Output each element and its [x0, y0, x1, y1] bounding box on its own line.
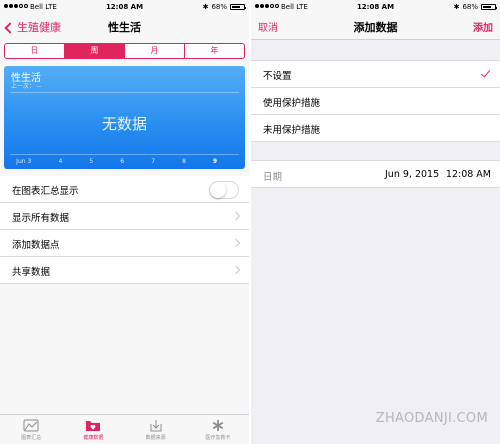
tab-medical-id[interactable]: 医疗急救卡: [187, 415, 249, 444]
date-value: Jun 9, 2015: [385, 169, 440, 180]
date-label: 日期: [263, 172, 283, 183]
chart-gridline: [10, 92, 239, 93]
tab-label: 数据来源: [145, 435, 166, 441]
tab-health-data[interactable]: 健康数据: [62, 415, 124, 444]
segment-week[interactable]: 周: [65, 44, 125, 58]
segment-month[interactable]: 月: [125, 44, 185, 58]
protection-options-list: 不设置 使用保护措施 未用保护措施: [251, 60, 500, 142]
bluetooth-icon: ✱: [202, 3, 209, 11]
axis-label-jun3: Jun 3: [16, 158, 32, 165]
tab-bar: 图表汇总 健康数据 数据来源 医疗急救卡: [0, 414, 249, 444]
activity-chart: 性生活 上一次： -- 无数据 Jun 3 4 5 6 7 8 9: [4, 66, 245, 169]
chevron-right-icon: [231, 265, 241, 275]
list-item-label: 共享数据: [12, 267, 51, 278]
tab-label: 医疗急救卡: [205, 435, 231, 441]
nav-bar: 取消 添加数据 添加: [251, 14, 500, 40]
axis-label-7: 7: [151, 158, 156, 165]
axis-label-5: 5: [89, 158, 94, 165]
battery-icon: [481, 4, 497, 10]
tab-sources[interactable]: 数据来源: [125, 415, 187, 444]
bluetooth-icon: ✱: [453, 3, 460, 11]
no-data-label: 无数据: [101, 115, 147, 133]
medical-id-icon: [212, 420, 224, 431]
axis-label-6: 6: [120, 158, 125, 165]
page-title: 性生活: [108, 21, 141, 34]
settings-list: 在图表汇总显示 显示所有数据 添加数据点 共享数据: [0, 176, 249, 284]
list-item-show-all-data[interactable]: 显示所有数据: [0, 203, 249, 230]
period-segmented-control: 日 周 月 年: [4, 43, 245, 59]
date-picker-row[interactable]: 日期 Jun 9, 2015 12:08 AM: [251, 160, 500, 188]
health-screen: Bell LTE 12:08 AM ✱ 68% 生殖健康 性生活 日 周 月 年…: [0, 0, 249, 444]
list-item-share-data[interactable]: 共享数据: [0, 257, 249, 284]
battery-percent: 68%: [462, 3, 478, 11]
option-protected[interactable]: 使用保护措施: [251, 88, 500, 115]
axis-label-9: 9: [212, 158, 218, 165]
chart-baseline: [10, 154, 239, 155]
option-label: 未用保护措施: [263, 125, 321, 136]
list-item-show-in-dashboard: 在图表汇总显示: [0, 176, 249, 203]
option-unspecified[interactable]: 不设置: [251, 61, 500, 88]
list-item-label: 添加数据点: [12, 240, 60, 251]
battery-icon: [230, 4, 246, 10]
segment-day[interactable]: 日: [5, 44, 65, 58]
time-value: 12:08 AM: [445, 169, 491, 180]
tab-label: 健康数据: [83, 435, 104, 441]
status-bar: Bell LTE 12:08 AM ✱ 68%: [251, 0, 500, 14]
dashboard-icon: [23, 419, 39, 432]
checkmark-icon: [480, 67, 491, 78]
tab-label: 图表汇总: [21, 435, 42, 441]
option-unprotected[interactable]: 未用保护措施: [251, 115, 500, 142]
add-data-screen: Bell LTE 12:08 AM ✱ 68% 取消 添加数据 添加 不设置 使…: [251, 0, 500, 444]
option-label: 不设置: [263, 71, 292, 82]
sources-icon: [150, 420, 162, 432]
chart-x-axis: Jun 3 4 5 6 7 8 9: [10, 158, 239, 166]
battery-percent: 68%: [211, 3, 227, 11]
list-item-label: 在图表汇总显示: [12, 186, 79, 197]
chevron-right-icon: [231, 211, 241, 221]
nav-bar: 生殖健康 性生活: [0, 14, 249, 40]
list-item-add-data-point[interactable]: 添加数据点: [0, 230, 249, 257]
page-title: 添加数据: [353, 21, 398, 34]
status-bar: Bell LTE 12:08 AM ✱ 68%: [0, 0, 249, 14]
segment-year[interactable]: 年: [185, 44, 244, 58]
axis-label-4: 4: [58, 158, 63, 165]
axis-label-8: 8: [182, 158, 186, 165]
chart-subtitle: 上一次： --: [11, 83, 42, 90]
list-item-label: 显示所有数据: [12, 213, 70, 224]
add-button[interactable]: 添加: [473, 19, 493, 34]
tab-dashboard[interactable]: 图表汇总: [0, 415, 62, 444]
watermark: ZHAODANJI.COM: [375, 411, 488, 426]
chevron-right-icon: [231, 238, 241, 248]
show-in-dashboard-toggle[interactable]: [209, 181, 239, 199]
health-data-icon: [86, 421, 101, 431]
option-label: 使用保护措施: [263, 98, 321, 109]
